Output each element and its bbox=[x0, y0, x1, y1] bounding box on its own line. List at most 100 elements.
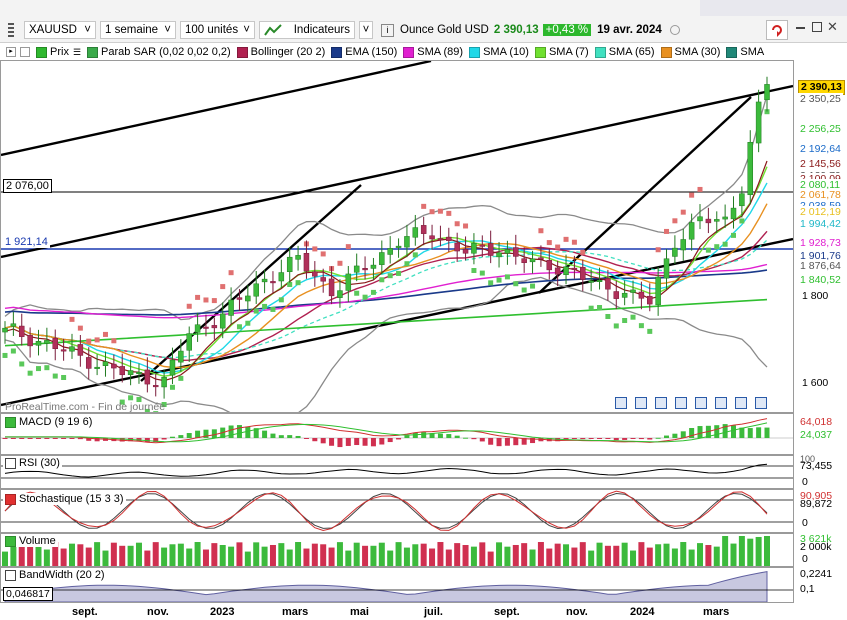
macd-bar bbox=[588, 438, 594, 439]
sync-button[interactable] bbox=[766, 20, 788, 40]
price-panel[interactable]: 2 076,00 1 921,14 ProRealTime.com - Fin … bbox=[0, 60, 794, 413]
candle bbox=[320, 277, 326, 282]
menu-icon[interactable] bbox=[4, 21, 18, 39]
legend-label: SMA (89) bbox=[417, 46, 464, 58]
macd-bar bbox=[19, 438, 25, 439]
volume-bar bbox=[236, 542, 243, 566]
candle bbox=[353, 265, 360, 273]
level-2076: 2 076,00 bbox=[3, 179, 52, 193]
candle bbox=[85, 357, 92, 369]
volume-bar bbox=[2, 551, 8, 566]
volume-bar bbox=[286, 549, 293, 566]
close-icon[interactable]: ✕ bbox=[827, 19, 838, 35]
candle bbox=[496, 252, 502, 258]
macd-bar bbox=[630, 438, 636, 439]
sar-dot bbox=[169, 384, 175, 390]
sar-dot bbox=[571, 239, 577, 245]
legend-menu-icon[interactable]: ▸ bbox=[6, 47, 16, 57]
legend-item[interactable]: SMA (89) bbox=[403, 46, 463, 58]
macd-bar bbox=[295, 435, 301, 438]
candle bbox=[722, 216, 728, 220]
legend-add-icon[interactable] bbox=[20, 47, 30, 57]
volume-bar bbox=[579, 542, 586, 566]
legend-item[interactable]: SMA (65) bbox=[594, 46, 655, 58]
price-chart[interactable] bbox=[1, 61, 793, 412]
legend-label: Bollinger (20 2) bbox=[250, 46, 326, 58]
drawing-tool-icon[interactable] bbox=[735, 397, 747, 409]
sar-dot bbox=[312, 246, 318, 252]
macd-bar bbox=[496, 438, 502, 447]
stoch-panel[interactable]: Stochastique (15 3 3) bbox=[0, 489, 794, 533]
volume-bar bbox=[60, 548, 67, 566]
sar-dot bbox=[421, 203, 427, 209]
legend-label: Parab SAR (0,02 0,02 0,2) bbox=[101, 46, 231, 58]
macd-panel[interactable]: MACD (9 19 6) bbox=[0, 413, 794, 455]
macd-bar bbox=[61, 438, 67, 439]
volume-bar bbox=[395, 542, 402, 566]
symbol-select[interactable]: XAUUSD ˅ bbox=[24, 21, 96, 39]
y-tick: 1 600 bbox=[802, 377, 829, 389]
bandwidth-panel[interactable]: BandWidth (20 2) 0,046817 bbox=[0, 567, 794, 603]
x-tick: juil. bbox=[424, 606, 443, 618]
volume-bar bbox=[764, 536, 770, 566]
units-select[interactable]: 100 unités ˅ bbox=[180, 21, 255, 39]
macd-bar bbox=[580, 438, 586, 440]
sar-dot bbox=[429, 209, 435, 215]
drawing-tool-icon[interactable] bbox=[695, 397, 707, 409]
macd-bar bbox=[655, 437, 661, 439]
legend-item[interactable]: EMA (150) bbox=[331, 46, 397, 58]
drawing-tool-icon[interactable] bbox=[755, 397, 767, 409]
volume-panel[interactable]: Volume bbox=[0, 533, 794, 567]
legend-item[interactable]: SMA (10) bbox=[469, 46, 529, 58]
legend-item[interactable]: SMA bbox=[726, 46, 764, 58]
legend-item[interactable]: Bollinger (20 2) bbox=[236, 46, 326, 58]
macd-bar bbox=[622, 438, 628, 440]
legend-item[interactable]: Parab SAR (0,02 0,02 0,2) bbox=[87, 46, 231, 58]
indicators-dropdown[interactable]: ˅ bbox=[359, 21, 373, 39]
indicators-button[interactable]: Indicateurs bbox=[259, 21, 355, 39]
indicator-legend: ▸ Prix ☰ Parab SAR (0,02 0,02 0,2) Bollinge… bbox=[0, 44, 847, 60]
candle bbox=[10, 323, 17, 327]
window-restore-icon[interactable] bbox=[812, 22, 822, 32]
candle bbox=[613, 291, 620, 299]
sar-dot bbox=[664, 228, 670, 234]
volume-bar bbox=[613, 545, 620, 566]
candle bbox=[144, 369, 151, 385]
volume-bar bbox=[722, 536, 729, 566]
legend-label: EMA (150) bbox=[345, 46, 398, 58]
legend-item[interactable]: Prix ☰ bbox=[36, 46, 81, 58]
volume-zero: 0 bbox=[802, 553, 808, 565]
window-minimize-icon[interactable] bbox=[796, 27, 805, 29]
volume-bar bbox=[730, 543, 737, 566]
drawing-tool-icon[interactable] bbox=[615, 397, 627, 409]
legend-item[interactable]: SMA (30) bbox=[660, 46, 720, 58]
macd-bar bbox=[329, 438, 335, 446]
price-tag: 1 876,64 bbox=[798, 260, 843, 273]
volume-bar bbox=[713, 546, 720, 566]
volume-bar bbox=[420, 543, 427, 566]
drawing-tool-icon[interactable] bbox=[675, 397, 687, 409]
drawing-tool-icon[interactable] bbox=[635, 397, 647, 409]
sar-dot bbox=[270, 306, 276, 312]
channel-upper bbox=[1, 61, 432, 157]
drawing-tool-icon[interactable] bbox=[655, 397, 667, 409]
prix-options-icon[interactable]: ☰ bbox=[73, 47, 81, 58]
sar-dot bbox=[605, 313, 611, 319]
top-strip bbox=[700, 0, 847, 16]
sar-dot bbox=[463, 223, 469, 229]
info-icon[interactable]: i bbox=[381, 23, 394, 37]
candle bbox=[69, 346, 75, 352]
sar-dot bbox=[689, 192, 695, 198]
macd-bar bbox=[454, 435, 460, 438]
legend-item[interactable]: SMA (7) bbox=[534, 46, 589, 58]
period-select[interactable]: 1 semaine ˅ bbox=[100, 21, 176, 39]
sar-dot bbox=[638, 323, 644, 329]
candle bbox=[521, 258, 527, 263]
macd-bar bbox=[613, 438, 619, 441]
macd-bar bbox=[513, 438, 519, 446]
candle bbox=[387, 248, 393, 255]
volume-bar bbox=[43, 549, 50, 566]
sar-dot bbox=[195, 294, 201, 300]
drawing-tool-icon[interactable] bbox=[715, 397, 727, 409]
rsi-panel[interactable]: RSI (30) bbox=[0, 455, 794, 489]
